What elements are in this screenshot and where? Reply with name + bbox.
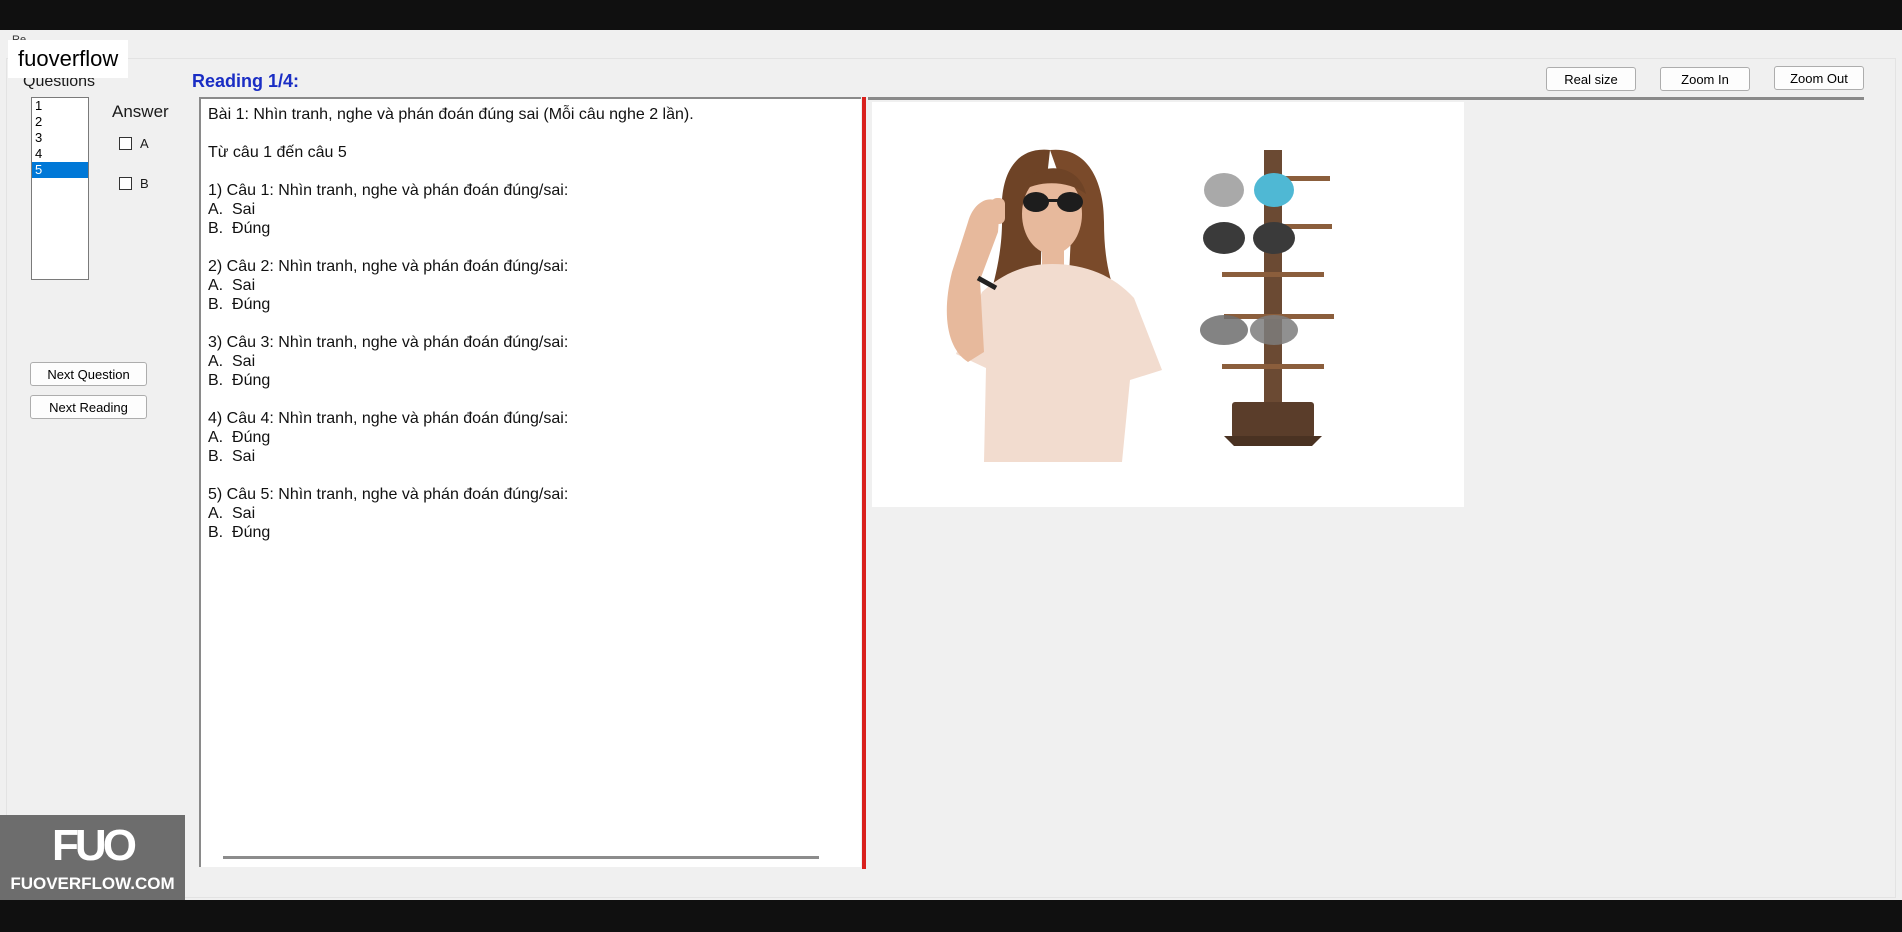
reading-line: Bài 1: Nhìn tranh, nghe và phán đoán đún… [208,106,694,123]
reading-line: A. Sai [208,505,256,522]
question-image [872,102,1464,507]
next-reading-button[interactable]: Next Reading [30,395,147,419]
answer-option-a[interactable]: A [119,136,149,151]
question-list-item-3[interactable]: 3 [32,130,88,146]
zoom-in-button[interactable]: Zoom In [1660,67,1750,91]
logo-mark: FUO [52,820,137,870]
option-b-label: B [140,176,149,191]
reading-line: A. Sai [208,353,256,370]
woman-sunglasses-illustration [946,149,1334,462]
reading-line: 2) Câu 2: Nhìn tranh, nghe và phán đoán … [208,258,569,275]
question-listbox[interactable]: 1 2 3 4 5 [31,97,89,280]
reading-line: A. Sai [208,201,256,218]
question-list-item-2[interactable]: 2 [32,114,88,130]
checkbox-b[interactable] [119,177,132,190]
watermark-label: fuoverflow [8,40,129,78]
reading-line: 4) Câu 4: Nhìn tranh, nghe và phán đoán … [208,410,569,427]
reading-content: Bài 1: Nhìn tranh, nghe và phán đoán đún… [208,105,694,542]
app-window: Re... Questions 1 2 3 4 5 Answer A B Nex… [0,30,1902,900]
fuoverflow-logo: FUO FUOVERFLOW.COM [0,815,185,900]
option-a-label: A [140,136,149,151]
question-list-item-4[interactable]: 4 [32,146,88,162]
reading-blank-line [208,466,694,485]
question-list-item-5[interactable]: 5 [32,162,88,178]
next-question-button[interactable]: Next Question [30,362,147,386]
reading-line: B. Sai [208,448,256,465]
reading-line: 1) Câu 1: Nhìn tranh, nghe và phán đoán … [208,182,569,199]
reading-title: Reading 1/4: [192,71,300,91]
reading-line: B. Đúng [208,372,271,389]
question-list-item-1[interactable]: 1 [32,98,88,114]
reading-line: B. Đúng [208,296,271,313]
image-panel [868,97,1864,869]
reading-blank-line [208,162,694,181]
horizontal-scrollbar[interactable] [223,856,819,859]
reading-blank-line [208,124,694,143]
logo-text: FUOVERFLOW.COM [10,873,175,893]
reading-line: 3) Câu 3: Nhìn tranh, nghe và phán đoán … [208,334,569,351]
answer-option-b[interactable]: B [119,176,149,191]
answer-label: Answer [112,102,169,121]
reading-blank-line [208,390,694,409]
reading-line: A. Sai [208,277,256,294]
zoom-out-button[interactable]: Zoom Out [1774,66,1864,90]
reading-line: Từ câu 1 đến câu 5 [208,144,347,161]
real-size-button[interactable]: Real size [1546,67,1636,91]
reading-line: B. Đúng [208,524,271,541]
reading-line: 5) Câu 5: Nhìn tranh, nghe và phán đoán … [208,486,569,503]
panel-splitter[interactable] [862,97,866,869]
reading-blank-line [208,314,694,333]
reading-line: B. Đúng [208,220,271,237]
reading-text-box[interactable]: Bài 1: Nhìn tranh, nghe và phán đoán đún… [199,97,861,867]
reading-line: A. Đúng [208,429,271,446]
checkbox-a[interactable] [119,137,132,150]
reading-blank-line [208,238,694,257]
